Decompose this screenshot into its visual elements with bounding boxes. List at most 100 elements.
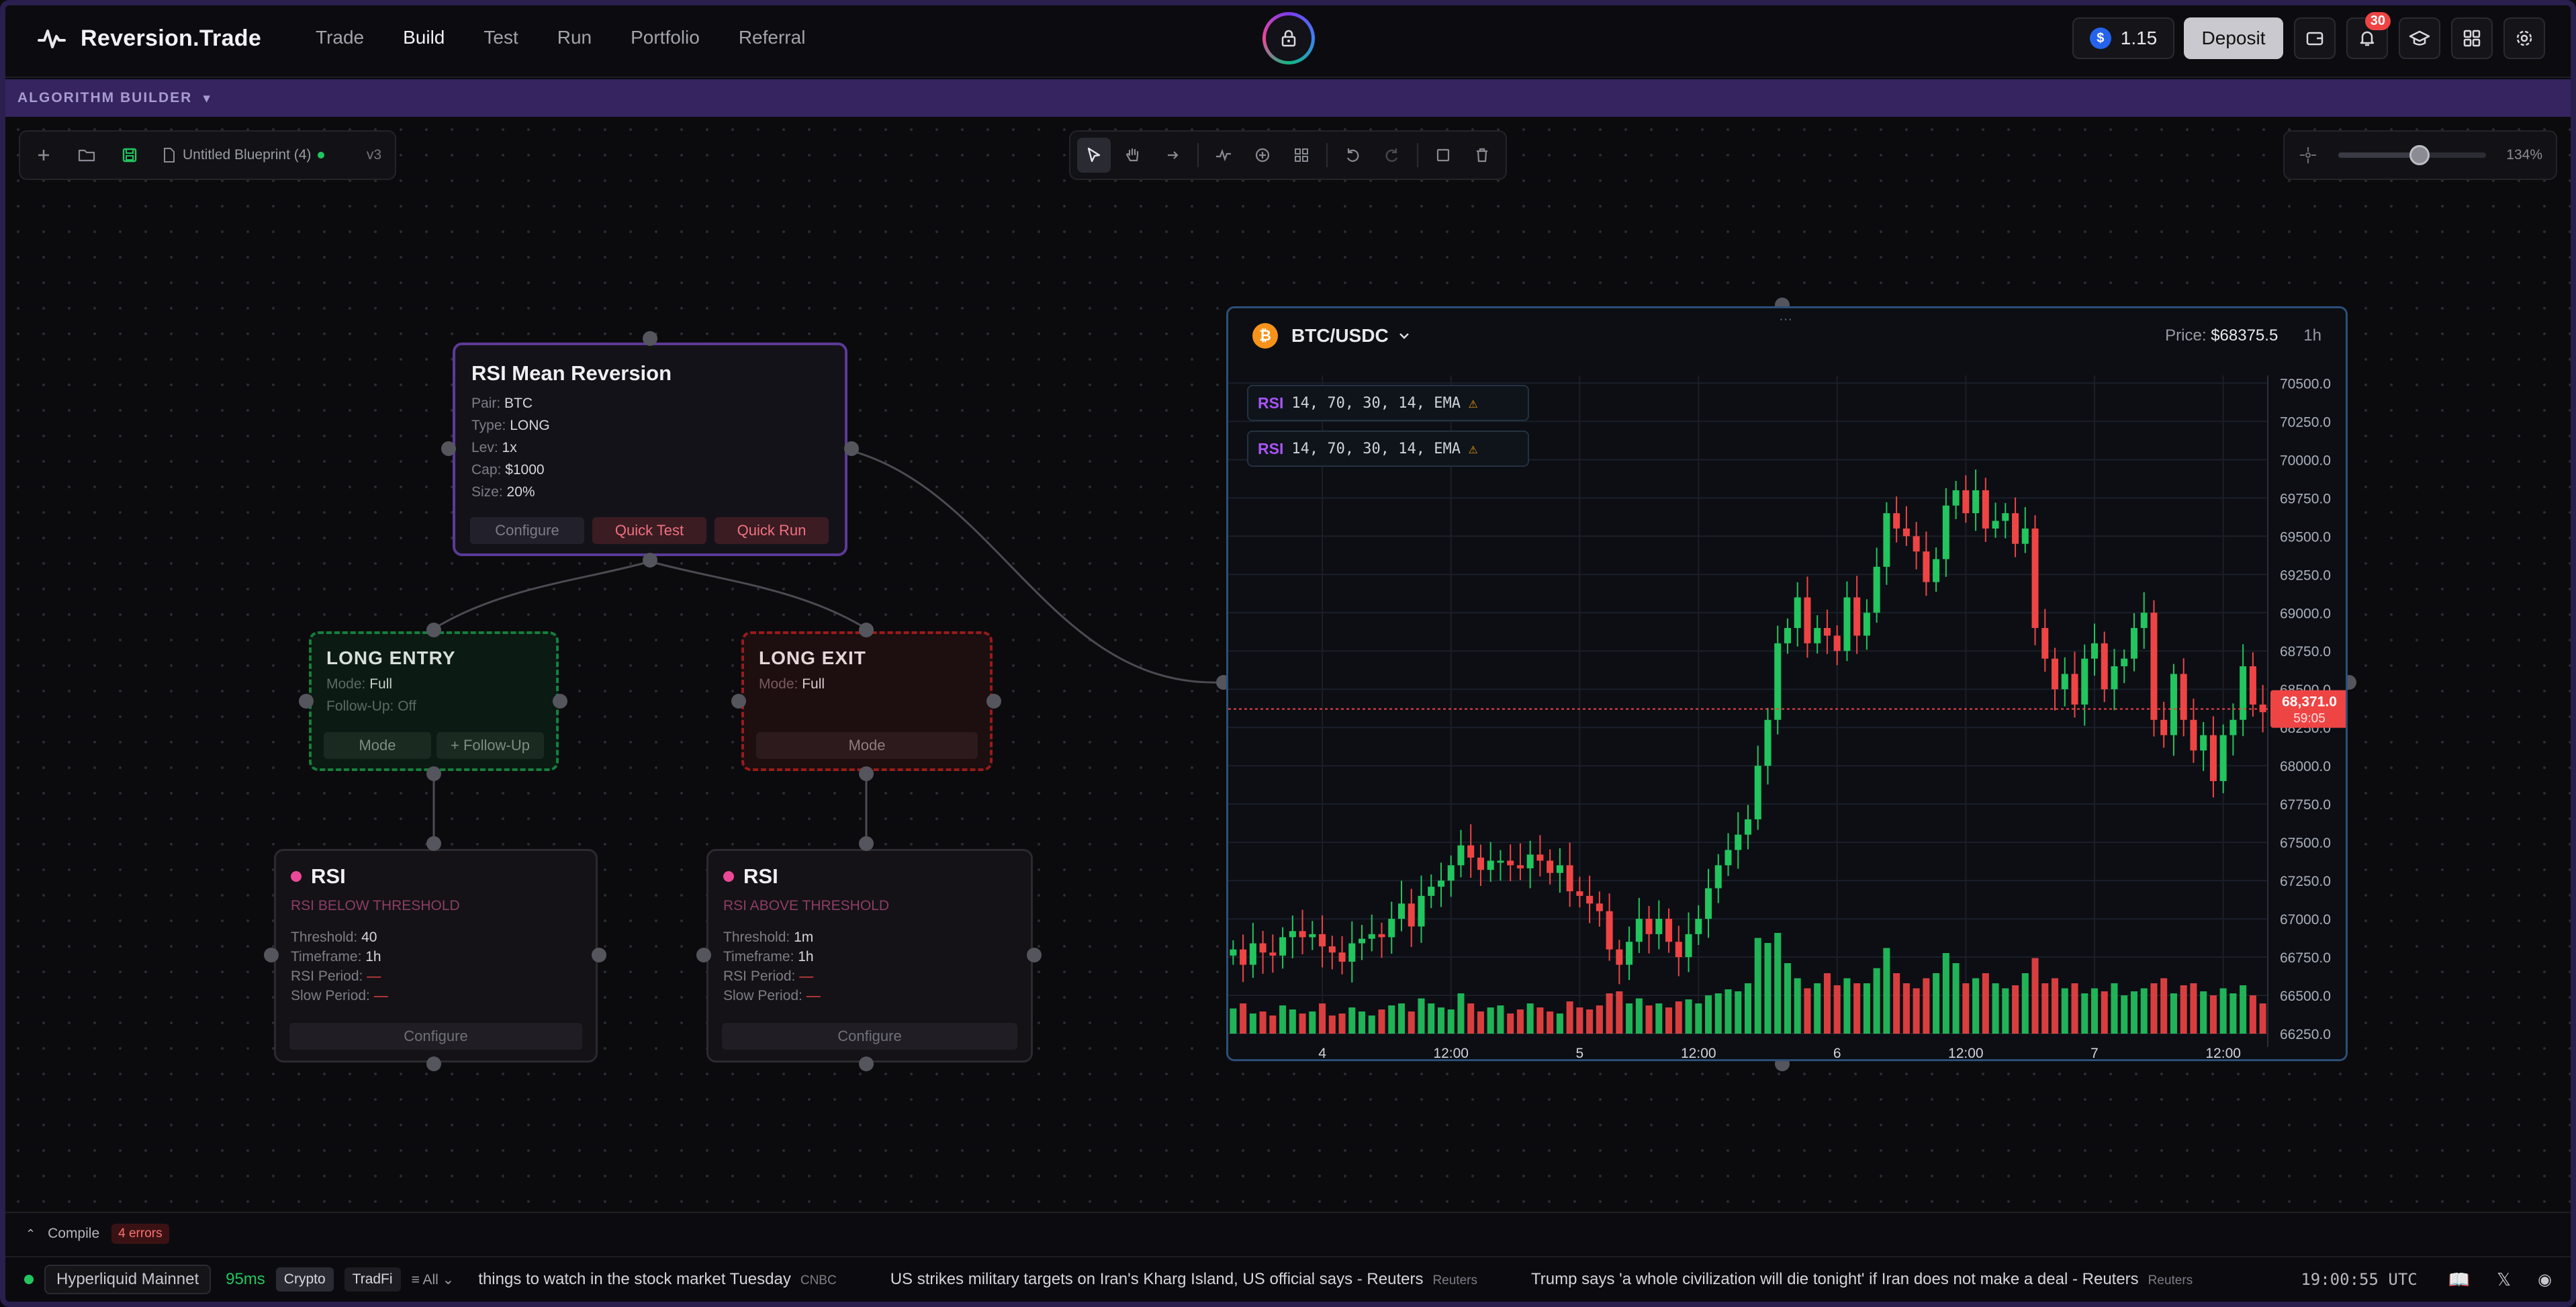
rsi-configure-button[interactable]: Configure	[289, 1023, 582, 1050]
delete-tool[interactable]	[1465, 138, 1499, 173]
candle-body	[1487, 860, 1494, 870]
nav-referral[interactable]: Referral	[739, 27, 806, 48]
entry-left-handle[interactable]	[299, 694, 314, 709]
rsi-top-handle[interactable]	[859, 836, 874, 851]
entry-mode-button[interactable]: Mode	[324, 732, 431, 759]
news-item[interactable]: US strikes military targets on Iran's Kh…	[890, 1270, 1477, 1289]
save-icon[interactable]	[120, 145, 140, 165]
rsi-above-node[interactable]: RSI RSI ABOVE THRESHOLD Threshold: 1m Ti…	[706, 849, 1033, 1063]
strategy-bottom-handle[interactable]	[643, 553, 657, 568]
x-twitter-icon[interactable]: 𝕏	[2497, 1269, 2511, 1290]
add-follow-up-button[interactable]: + Follow-Up	[436, 732, 544, 759]
rsi-top-handle[interactable]	[426, 836, 441, 851]
configure-button[interactable]: Configure	[470, 517, 584, 544]
rsi-below-node[interactable]: RSI RSI BELOW THRESHOLD Threshold: 40 Ti…	[274, 849, 598, 1063]
blueprint-file-name[interactable]: Untitled Blueprint (4)	[163, 147, 325, 163]
news-item[interactable]: things to watch in the stock market Tues…	[478, 1270, 836, 1289]
exit-right-handle[interactable]	[986, 694, 1001, 709]
filter-tradfi[interactable]: TradFi	[344, 1267, 401, 1292]
rsi-bottom-handle[interactable]	[859, 1056, 874, 1071]
strategy-node[interactable]: RSI Mean Reversion Pair: BTC Type: LONG …	[453, 343, 847, 556]
nav-portfolio[interactable]: Portfolio	[631, 27, 700, 48]
long-entry-node[interactable]: LONG ENTRY Mode: Full Follow-Up: Off Mod…	[309, 631, 559, 771]
rsi-configure-button[interactable]: Configure	[722, 1023, 1017, 1050]
x-tick-label: 12:00	[2205, 1046, 2241, 1061]
filter-crypto[interactable]: Crypto	[275, 1267, 334, 1292]
nav-test[interactable]: Test	[484, 27, 518, 48]
news-item[interactable]: Trump says 'a whole civilization will di…	[1531, 1270, 2193, 1289]
undo-button[interactable]	[1336, 138, 1369, 173]
algorithm-builder-bar[interactable]: ALGORITHM BUILDER ▾	[5, 79, 2571, 117]
news-filter-dropdown[interactable]: ≡ All ⌄	[412, 1271, 455, 1288]
candle-body	[2240, 666, 2247, 720]
crosshair-icon[interactable]	[2298, 145, 2318, 165]
balance-display[interactable]: $ 1.15	[2072, 17, 2174, 59]
exit-bottom-handle[interactable]	[859, 766, 874, 781]
volume-bar	[1576, 1007, 1583, 1034]
timeframe-label[interactable]: 1h	[2303, 326, 2321, 345]
compile-bar[interactable]: ⌃ Compile 4 errors	[5, 1212, 2571, 1255]
notifications-button[interactable]: 30	[2346, 12, 2391, 59]
docs-book-icon[interactable]: 📖	[2448, 1269, 2470, 1290]
nav-run[interactable]: Run	[557, 27, 592, 48]
last-price-value: 68,371.0	[2282, 694, 2337, 710]
candle-body	[1556, 865, 1563, 873]
redo-button[interactable]	[1375, 138, 1408, 173]
exit-top-handle[interactable]	[859, 623, 874, 637]
indicator-tool[interactable]	[1207, 138, 1240, 173]
quick-run-button[interactable]: Quick Run	[715, 517, 829, 544]
zoom-slider-thumb[interactable]	[2409, 145, 2430, 165]
connect-tool[interactable]	[1155, 138, 1189, 173]
pan-tool[interactable]	[1116, 138, 1150, 173]
rsi-left-handle[interactable]	[264, 948, 279, 962]
folder-icon[interactable]	[77, 145, 97, 165]
rsi-right-handle[interactable]	[592, 948, 606, 962]
wallet-button[interactable]	[2294, 17, 2336, 59]
entry-right-handle[interactable]	[553, 694, 567, 709]
indicator-pill[interactable]: RSI 14, 70, 30, 14, EMA ⚠	[1247, 385, 1529, 421]
nav-build[interactable]: Build	[403, 27, 445, 48]
settings-button[interactable]	[2503, 17, 2545, 59]
exit-left-handle[interactable]	[731, 694, 746, 709]
long-exit-node[interactable]: LONG EXIT Mode: Full Mode	[741, 631, 993, 771]
error-count-badge[interactable]: 4 errors	[111, 1224, 169, 1244]
frame-tool[interactable]	[1426, 138, 1460, 173]
builder-canvas[interactable]: Untitled Blueprint (4) v3 134% RSI Mean …	[5, 117, 2571, 1212]
add-node-tool[interactable]	[1246, 138, 1279, 173]
pair-selector[interactable]: BTC/USDC	[1291, 325, 1389, 347]
zoom-slider[interactable]	[2338, 145, 2487, 165]
network-selector[interactable]: Hyperliquid Mainnet	[44, 1265, 212, 1294]
strategy-output-handle[interactable]	[844, 441, 859, 456]
learn-button[interactable]	[2399, 17, 2440, 59]
entry-top-handle[interactable]	[426, 623, 441, 637]
chevron-up-icon[interactable]: ⌃	[26, 1227, 36, 1241]
strategy-left-handle[interactable]	[441, 441, 456, 456]
strategy-input-handle[interactable]	[643, 331, 657, 346]
logo[interactable]: Reversion.Trade	[36, 23, 261, 54]
candlestick-chart[interactable]: 70500.0 70250.0 70000.0 69750.0 69500.0 69250…	[1228, 308, 2348, 1061]
select-tool[interactable]	[1077, 138, 1111, 173]
status-dot	[291, 871, 302, 882]
apps-button[interactable]	[2451, 17, 2493, 59]
deposit-button[interactable]: Deposit	[2184, 17, 2283, 59]
price-chart-node[interactable]: 70500.0 70250.0 70000.0 69750.0 69500.0 69250…	[1226, 306, 2348, 1061]
volume-bar	[2052, 978, 2059, 1034]
chevron-down-icon[interactable]	[1397, 328, 1412, 343]
indicator-pill[interactable]: RSI 14, 70, 30, 14, EMA ⚠	[1247, 431, 1529, 467]
rsi-bottom-handle[interactable]	[426, 1056, 441, 1071]
layout-tool[interactable]	[1285, 138, 1318, 173]
vault-lock-button[interactable]	[1262, 12, 1315, 64]
nav-trade[interactable]: Trade	[316, 27, 364, 48]
exit-mode-button[interactable]: Mode	[756, 732, 978, 759]
rsi-right-handle[interactable]	[1027, 948, 1042, 962]
entry-bottom-handle[interactable]	[426, 766, 441, 781]
compile-label[interactable]: Compile	[48, 1226, 99, 1242]
news-ticker[interactable]: things to watch in the stock market Tues…	[478, 1270, 2211, 1289]
volume-bar	[1665, 1007, 1673, 1034]
candle-body	[1259, 943, 1267, 953]
add-icon[interactable]	[34, 145, 54, 165]
rsi-left-handle[interactable]	[696, 948, 711, 962]
discord-icon[interactable]: ◉	[2538, 1270, 2552, 1290]
candle-body	[2031, 528, 2039, 629]
quick-test-button[interactable]: Quick Test	[592, 517, 706, 544]
